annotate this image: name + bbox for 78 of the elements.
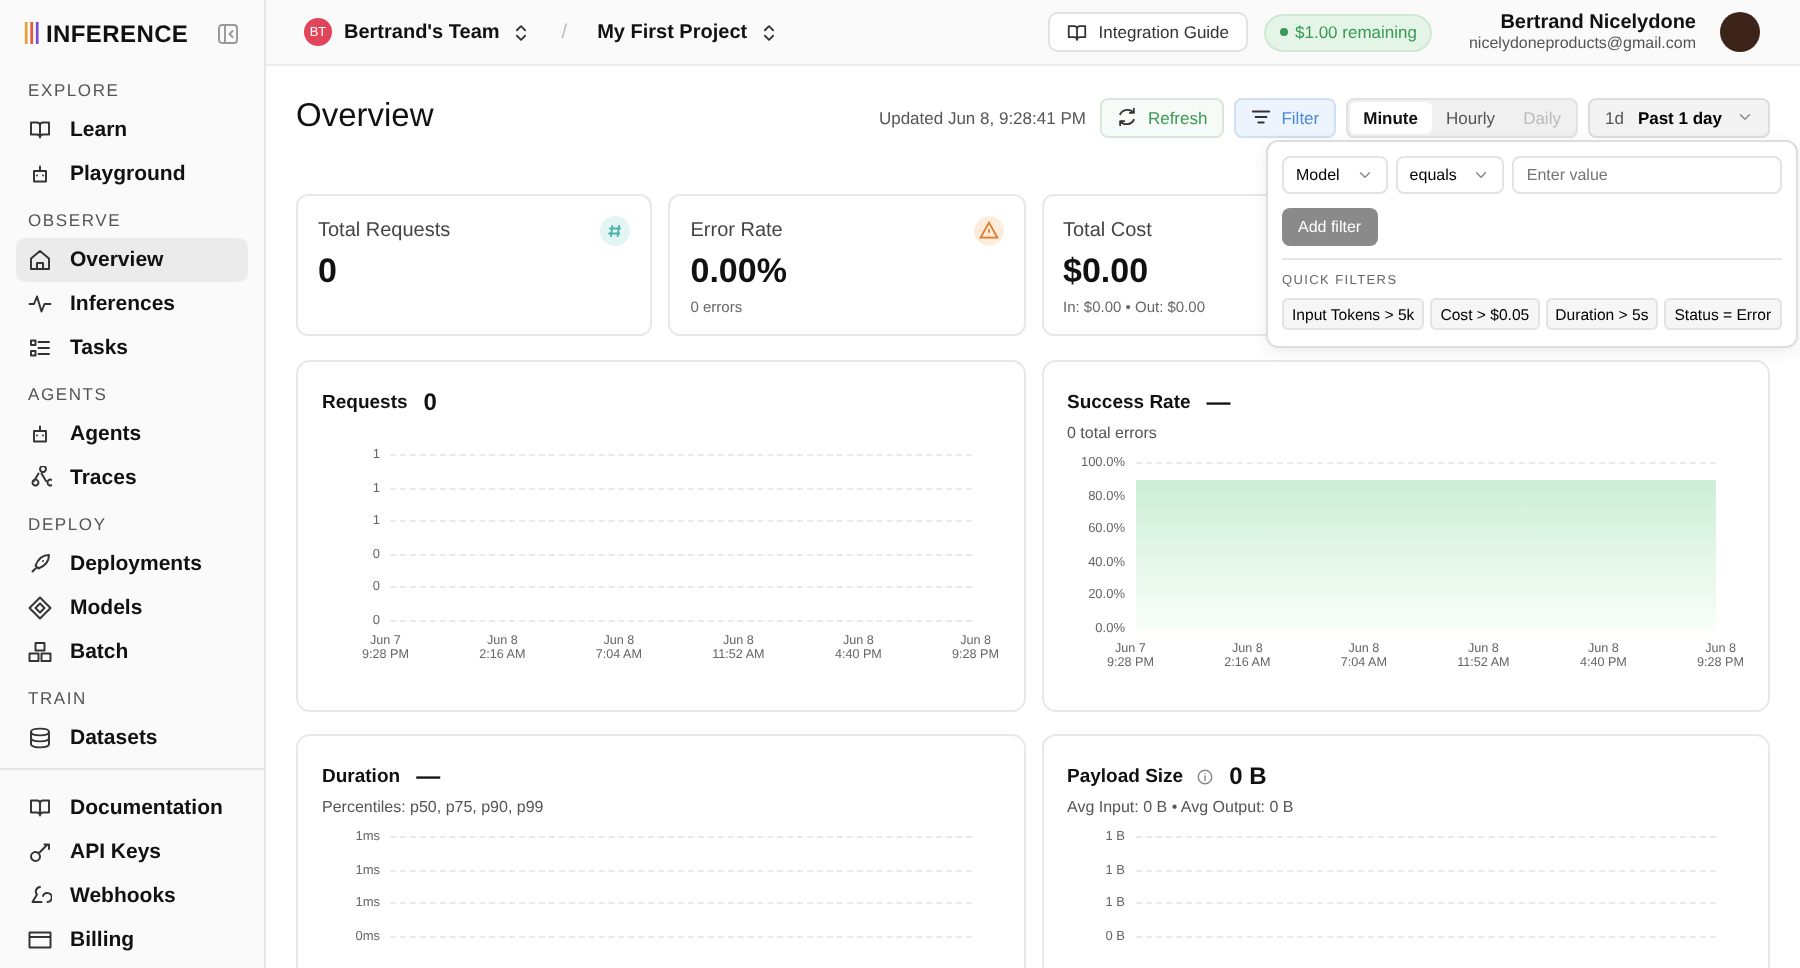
user-name: Bertrand Nicelydone <box>1500 12 1696 34</box>
section-heading: TRAIN <box>28 688 89 708</box>
chart-value: — <box>1206 388 1231 416</box>
chart-value: 0 <box>423 388 437 416</box>
refresh-icon <box>1115 106 1138 128</box>
stat-value: 0.00% <box>690 252 787 292</box>
updated-timestamp: Updated Jun 8, 9:28:41 PM <box>878 107 1086 127</box>
time-range-dropdown[interactable]: 1d Past 1 day <box>1588 97 1770 137</box>
team-selector[interactable]: Bertrand's Team <box>344 21 532 43</box>
sidebar-item[interactable]: Batch <box>16 630 248 674</box>
chevron-down-icon <box>1472 166 1491 184</box>
section-heading: DEPLOY <box>28 514 109 534</box>
sidebar-toggle-icon[interactable] <box>216 21 240 45</box>
user-avatar[interactable] <box>1720 12 1760 52</box>
credit-badge: $1.00 remaining <box>1263 13 1433 51</box>
chart-title: Requests <box>322 391 408 413</box>
list-icon <box>28 336 52 360</box>
value-input[interactable]: Enter value <box>1512 156 1782 194</box>
stat-value: $0.00 <box>1063 252 1149 292</box>
brand-logo: INFERENCE <box>24 19 189 47</box>
chart-subtitle: Percentiles: p50, p75, p90, p99 <box>322 798 546 816</box>
chart-title: Success Rate <box>1067 391 1191 413</box>
card-icon <box>28 928 52 952</box>
sidebar-item[interactable]: Webhooks <box>16 874 248 918</box>
book-icon <box>28 796 52 820</box>
sidebar-item[interactable]: API Keys <box>16 830 248 874</box>
key-icon <box>28 840 52 864</box>
book-icon <box>28 118 52 142</box>
sidebar-item[interactable]: Agents <box>16 412 248 456</box>
chart-value: — <box>416 762 441 790</box>
sidebar-item[interactable]: Playground <box>16 152 248 196</box>
activity-icon <box>28 292 52 316</box>
warning-icon <box>973 215 1003 245</box>
boxes-icon <box>28 640 52 664</box>
project-selector[interactable]: My First Project <box>597 21 780 43</box>
sidebar-item[interactable]: Billing <box>16 918 248 962</box>
stat-title: Total Requests <box>318 219 451 241</box>
chart-subtitle: Avg Input: 0 B • Avg Output: 0 B <box>1067 798 1296 816</box>
rocket-icon <box>28 552 52 576</box>
diamond-icon <box>28 596 52 620</box>
integration-guide-button[interactable]: Integration Guide <box>1048 12 1248 52</box>
section-heading: EXPLORE <box>28 80 122 100</box>
sidebar-item[interactable]: Documentation <box>16 786 248 830</box>
sidebar-item[interactable]: Datasets <box>16 716 248 760</box>
section-heading: OBSERVE <box>28 210 124 230</box>
book-icon <box>1066 21 1089 43</box>
sidebar-item[interactable]: Models <box>16 586 248 630</box>
robot-icon <box>28 422 52 446</box>
chart-title: Payload Size <box>1067 765 1184 787</box>
user-email: nicelydoneproducts@gmail.com <box>1468 34 1696 52</box>
home-icon <box>28 248 52 272</box>
filter-icon <box>1249 106 1272 128</box>
granularity-option[interactable]: Hourly <box>1432 101 1510 133</box>
stat-value: 0 <box>318 252 337 292</box>
info-icon[interactable] <box>1195 767 1214 785</box>
chart-subtitle: 0 total errors <box>1067 424 1159 442</box>
sidebar-item[interactable]: Learn <box>16 108 248 152</box>
sidebar-item[interactable]: Inferences <box>16 282 248 326</box>
field-dropdown[interactable]: Model <box>1282 156 1388 194</box>
database-icon <box>28 726 52 750</box>
sidebar-item[interactable]: Traces <box>16 456 248 500</box>
section-heading: AGENTS <box>28 384 110 404</box>
robot-icon <box>28 162 52 186</box>
sidebar-item[interactable]: Overview <box>16 238 248 282</box>
sidebar-item[interactable]: Deployments <box>16 542 248 586</box>
chevron-down-icon <box>1355 166 1374 184</box>
chart-title: Duration <box>322 765 401 787</box>
stat-title: Error Rate <box>690 219 783 241</box>
chart-value: 0 B <box>1229 762 1267 790</box>
operator-dropdown[interactable]: equals <box>1395 156 1505 194</box>
chevron-down-icon <box>1736 108 1754 126</box>
page-title: Overview <box>296 98 434 136</box>
sidebar-item[interactable]: Tasks <box>16 326 248 370</box>
stat-title: Total Cost <box>1063 219 1152 241</box>
breadcrumb-separator: / <box>561 21 568 43</box>
granularity-option[interactable]: Minute <box>1349 101 1432 133</box>
nodes-icon <box>28 466 52 490</box>
webhook-icon <box>28 884 52 908</box>
